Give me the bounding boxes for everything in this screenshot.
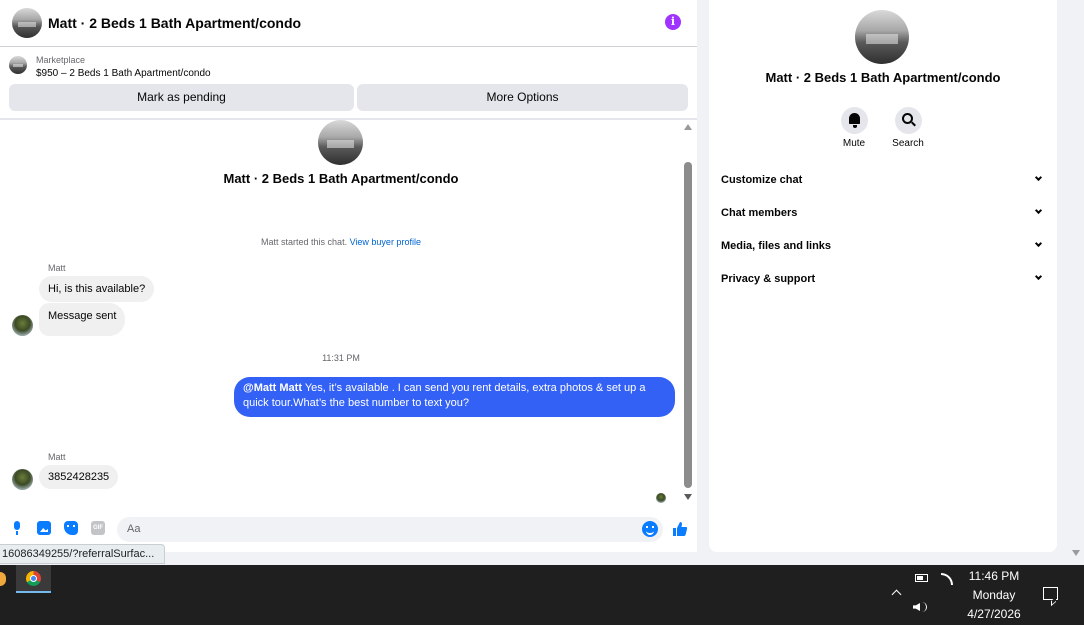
microphone-icon[interactable]: [10, 521, 24, 535]
marketplace-listing-thumbnail[interactable]: [9, 56, 27, 74]
chat-panel: Matt · 2 Beds 1 Bath Apartment/condo i M…: [0, 0, 697, 552]
chevron-down-icon: [1034, 272, 1043, 281]
message-input[interactable]: Aa: [117, 517, 663, 542]
section-label: Customize chat: [721, 174, 803, 186]
mute-button[interactable]: [841, 107, 868, 134]
taskbar: 11:46 PM Monday 4/27/2026: [0, 565, 1084, 625]
conversation-info-panel: Matt · 2 Beds 1 Bath Apartment/condo Mut…: [709, 0, 1057, 552]
section-label: Chat members: [721, 207, 798, 219]
gif-icon[interactable]: GIF: [91, 521, 105, 535]
scroll-down-arrow-icon[interactable]: [684, 494, 692, 500]
battery-icon[interactable]: [915, 574, 928, 582]
emoji-icon[interactable]: [642, 521, 658, 537]
more-options-button[interactable]: More Options: [357, 84, 688, 111]
chat-members-section[interactable]: Chat members: [721, 201, 1045, 225]
sender-avatar[interactable]: [12, 315, 33, 336]
chat-started-text: Matt started this chat.: [261, 237, 350, 247]
section-label: Media, files and links: [721, 240, 832, 252]
page-scroll-down-arrow-icon[interactable]: [1072, 550, 1080, 556]
incoming-message[interactable]: Message sent: [39, 303, 126, 336]
mark-as-pending-button[interactable]: Mark as pending: [9, 84, 354, 111]
message-composer: GIF Aa: [0, 513, 697, 547]
thumbs-up-icon[interactable]: [672, 521, 688, 537]
photo-icon[interactable]: [37, 521, 51, 535]
chevron-down-icon: [1034, 206, 1043, 215]
chevron-down-icon: [1034, 239, 1043, 248]
speaker-icon[interactable]: [913, 603, 920, 611]
view-buyer-profile-link[interactable]: View buyer profile: [350, 237, 421, 247]
message-scrollbar[interactable]: [682, 122, 694, 504]
clock-time[interactable]: 11:46 PM: [958, 569, 1030, 583]
media-files-links-section[interactable]: Media, files and links: [721, 234, 1045, 258]
info-avatar[interactable]: [855, 10, 909, 64]
notification-icon[interactable]: [1043, 587, 1058, 600]
chevron-up-icon[interactable]: [891, 589, 902, 600]
status-url-tooltip: 16086349255/?referralSurfac...: [0, 544, 166, 564]
clock-date[interactable]: 4/27/2026: [958, 607, 1030, 621]
scroll-up-arrow-icon[interactable]: [684, 124, 692, 130]
volume-waves-icon: [921, 602, 927, 612]
mention[interactable]: @Matt Matt: [243, 382, 302, 394]
incoming-message[interactable]: 3852428235: [39, 465, 119, 489]
active-app-indicator: [16, 591, 51, 593]
conversation-avatar: [318, 120, 363, 165]
customize-chat-section[interactable]: Customize chat: [721, 168, 1045, 192]
listing-avatar[interactable]: [12, 8, 42, 38]
search-button[interactable]: [895, 107, 922, 134]
divider: [0, 118, 697, 120]
info-icon[interactable]: i: [665, 14, 681, 30]
listing-price-title[interactable]: $950 – 2 Beds 1 Bath Apartment/condo: [36, 68, 211, 79]
chat-title[interactable]: Matt · 2 Beds 1 Bath Apartment/condo: [48, 15, 301, 31]
privacy-support-section[interactable]: Privacy & support: [721, 267, 1045, 291]
chat-header: Matt · 2 Beds 1 Bath Apartment/condo i: [0, 0, 697, 47]
info-panel-title: Matt · 2 Beds 1 Bath Apartment/condo: [765, 70, 1001, 85]
message-timestamp: 11:31 PM: [322, 353, 360, 363]
scrollbar-thumb[interactable]: [684, 162, 692, 488]
outgoing-message[interactable]: @Matt Matt Yes, it’s available . I can s…: [234, 377, 675, 417]
sender-name: Matt: [48, 452, 66, 462]
wifi-icon[interactable]: [941, 573, 953, 585]
sticker-icon[interactable]: [64, 521, 78, 535]
chat-started-notice: Matt started this chat. View buyer profi…: [0, 237, 682, 247]
chrome-icon[interactable]: [26, 571, 41, 586]
mute-label: Mute: [842, 138, 866, 149]
marketplace-label: Marketplace: [36, 55, 86, 65]
clock-day[interactable]: Monday: [958, 588, 1030, 602]
section-label: Privacy & support: [721, 273, 816, 285]
conversation-title: Matt · 2 Beds 1 Bath Apartment/condo: [223, 171, 459, 186]
sender-avatar[interactable]: [12, 469, 33, 490]
incoming-message[interactable]: Hi, is this available?: [39, 276, 155, 302]
outgoing-message-text: Yes, it’s available . I can send you ren…: [243, 382, 646, 409]
sender-name: Matt: [48, 263, 66, 273]
search-label: Search: [892, 138, 924, 149]
chevron-down-icon: [1034, 173, 1043, 182]
taskbar-app-icon[interactable]: [0, 572, 6, 586]
seen-indicator-avatar: [656, 493, 666, 503]
